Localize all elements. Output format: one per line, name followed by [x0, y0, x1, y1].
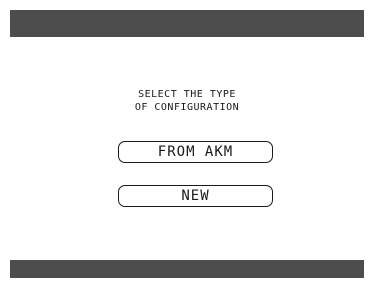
new-configuration-button[interactable]: NEW — [118, 185, 273, 207]
prompt-line-1: SELECT THE TYPE — [138, 89, 236, 100]
device-screen: SELECT THE TYPE OF CONFIGURATION FROM AK… — [10, 10, 364, 278]
prompt-line-2: OF CONFIGURATION — [134, 102, 240, 113]
from-akm-button[interactable]: FROM AKM — [118, 141, 273, 163]
top-status-bar — [10, 10, 364, 37]
bottom-status-bar — [10, 260, 364, 278]
